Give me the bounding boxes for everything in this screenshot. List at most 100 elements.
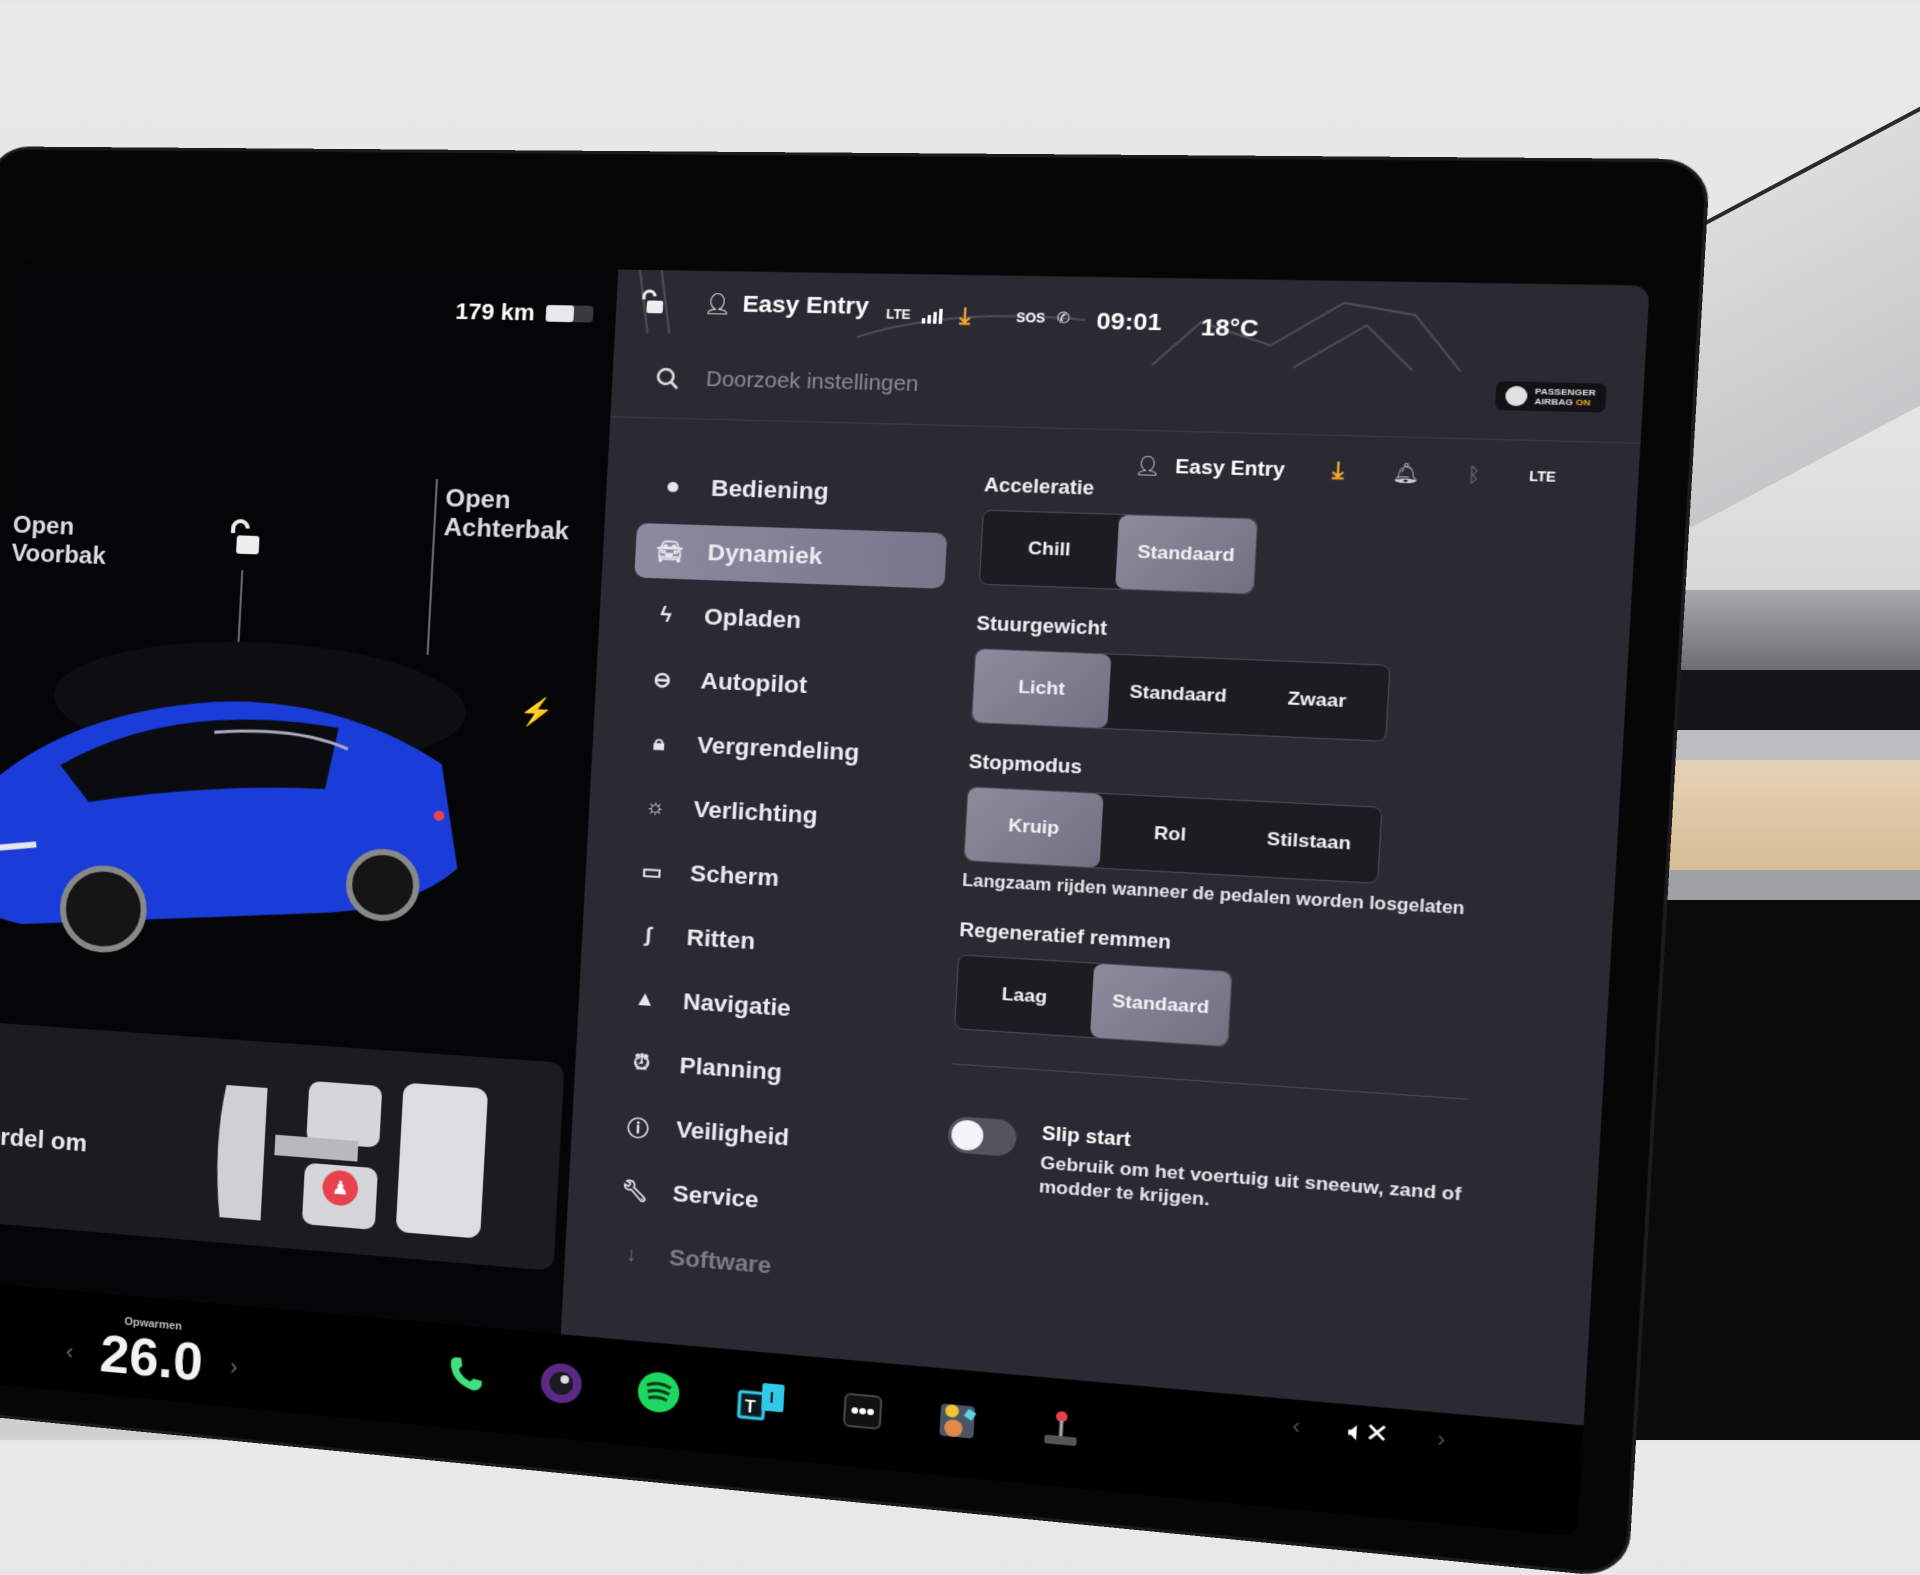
sidebar-item-autopilot[interactable]: ⊖ Autopilot bbox=[627, 651, 940, 720]
sidebar-item-label: Service bbox=[671, 1180, 760, 1214]
section-divider bbox=[951, 1063, 1468, 1100]
sidebar-item-ritten[interactable]: ∫ Ritten bbox=[613, 906, 925, 980]
regen-option-laag[interactable]: Laag bbox=[955, 955, 1094, 1037]
profile-button[interactable]: 👤︎ Easy Entry bbox=[703, 290, 870, 320]
lock-icon: 🔒︎ bbox=[652, 731, 666, 755]
cabin-temperature: 26.0 bbox=[98, 1324, 205, 1393]
sidebar-item-opladen[interactable]: ϟ Opladen bbox=[631, 587, 944, 654]
subbar-profile-button[interactable]: 👤︎ Easy Entry bbox=[1134, 454, 1285, 481]
steering-option-licht[interactable]: Licht bbox=[972, 649, 1112, 729]
temp-decrease-button[interactable]: ‹ bbox=[65, 1339, 74, 1366]
steering-selector: Licht Standaard Zwaar bbox=[970, 647, 1391, 742]
sidebar-item-veiligheid[interactable]: ⓘ Veiligheid bbox=[603, 1097, 915, 1175]
stop-mode-option-stilstaan[interactable]: Stilstaan bbox=[1237, 801, 1381, 883]
seat-diagram bbox=[214, 1080, 489, 1239]
toggle-icon: ⏺ bbox=[666, 475, 679, 499]
search-input[interactable] bbox=[703, 366, 1279, 407]
stop-mode-hint: Langzaam rijden wanneer de pedalen worde… bbox=[961, 871, 1465, 919]
trunk-leader-line bbox=[426, 479, 439, 655]
volume-muted-icon[interactable]: 🔈︎✕ bbox=[1347, 1415, 1390, 1451]
sidebar-item-navigatie[interactable]: ▲ Navigatie bbox=[610, 970, 922, 1045]
bell-icon[interactable]: 🔔︎ bbox=[1391, 461, 1420, 485]
sidebar-item-bediening[interactable]: ⏺ Bediening bbox=[638, 459, 951, 524]
cellular-status: LTE bbox=[886, 306, 943, 324]
lock-status-icon[interactable] bbox=[638, 289, 668, 317]
sidebar-item-label: Ritten bbox=[685, 923, 756, 955]
sidebar-item-planning[interactable]: ⏰︎ Planning bbox=[607, 1034, 919, 1110]
airbag-icon bbox=[1504, 385, 1528, 407]
camera-icon[interactable] bbox=[535, 1357, 587, 1409]
sidebar-item-vergrendeling[interactable]: 🔒︎ Vergrendeling bbox=[624, 715, 937, 785]
bluetooth-icon[interactable]: ᛒ bbox=[1467, 463, 1481, 487]
acceleration-option-chill[interactable]: Chill bbox=[980, 511, 1119, 589]
car-model-image bbox=[0, 633, 470, 985]
search-icon bbox=[655, 367, 680, 391]
charge-port-icon[interactable]: ⚡ bbox=[518, 695, 554, 729]
unlocked-icon[interactable] bbox=[226, 519, 263, 557]
trunk-label-line1: Open bbox=[444, 484, 512, 515]
sidebar-item-label: Verlichting bbox=[692, 795, 819, 829]
sidebar-item-label: Navigatie bbox=[682, 988, 792, 1022]
toybox-icon[interactable]: TI bbox=[736, 1375, 789, 1428]
download-icon: ↓ bbox=[625, 1241, 638, 1266]
touchscreen: 179 km Open Voorbak Open Achterbak ⚡ gor… bbox=[0, 260, 1650, 1537]
steering-option-standaard[interactable]: Standaard bbox=[1107, 655, 1249, 735]
sidebar-item-dynamiek[interactable]: 🚘︎ Dynamiek bbox=[634, 522, 948, 589]
sun-icon: ☼ bbox=[644, 794, 667, 819]
touchscreen-bezel: 179 km Open Voorbak Open Achterbak ⚡ gor… bbox=[0, 149, 1707, 1575]
slip-start-toggle[interactable] bbox=[947, 1115, 1018, 1158]
range-value: 179 km bbox=[454, 298, 536, 326]
svg-text:T: T bbox=[744, 1398, 756, 1417]
sidebar-item-software[interactable]: ↓ Software bbox=[596, 1225, 908, 1305]
sos-button[interactable]: SOS ✆ bbox=[1016, 308, 1071, 327]
temp-increase-button[interactable]: › bbox=[229, 1354, 238, 1381]
passenger-airbag-indicator: PASSENGER AIRBAG ON bbox=[1494, 381, 1607, 413]
stop-mode-selector: Kruip Rol Stilstaan bbox=[963, 786, 1383, 884]
alarm-clock-icon: ⏰︎ bbox=[632, 1050, 651, 1075]
sidebar-item-label: Software bbox=[668, 1243, 772, 1279]
sidebar-item-label: Opladen bbox=[703, 603, 802, 634]
steering-option-zwaar[interactable]: Zwaar bbox=[1245, 660, 1389, 741]
profile-icon: 👤︎ bbox=[702, 292, 733, 317]
sidebar-item-label: Bediening bbox=[710, 474, 830, 505]
spotify-icon[interactable] bbox=[632, 1366, 685, 1419]
open-frunk-button[interactable]: Open Voorbak bbox=[11, 511, 108, 571]
dynamics-settings: Acceleratie Chill Standaard Stuurgewicht … bbox=[945, 474, 1601, 1239]
subbar-profile-name: Easy Entry bbox=[1174, 455, 1286, 481]
more-icon[interactable] bbox=[836, 1385, 890, 1439]
stop-mode-option-rol[interactable]: Rol bbox=[1099, 794, 1241, 875]
airbag-state: ON bbox=[1575, 397, 1591, 408]
acceleration-option-standaard[interactable]: Standaard bbox=[1115, 514, 1258, 594]
arcade-icon[interactable] bbox=[931, 1393, 986, 1447]
regen-option-standaard[interactable]: Standaard bbox=[1089, 963, 1232, 1047]
sidebar-item-label: Autopilot bbox=[699, 667, 808, 699]
subbar-lte-icon: LTE bbox=[1528, 468, 1557, 486]
bolt-icon: ϟ bbox=[659, 603, 673, 627]
volume-control: ‹ 🔈︎✕ › bbox=[1291, 1410, 1446, 1456]
profile-name: Easy Entry bbox=[741, 290, 870, 320]
airbag-line2: AIRBAG bbox=[1534, 396, 1574, 408]
navigation-arrow-icon: ▲ bbox=[633, 986, 657, 1011]
open-trunk-button[interactable]: Open Achterbak bbox=[443, 485, 571, 547]
download-icon[interactable]: ⤓ bbox=[959, 303, 972, 331]
stop-mode-option-kruip[interactable]: Kruip bbox=[964, 787, 1104, 868]
trips-icon: ∫ bbox=[644, 923, 653, 947]
climate-control[interactable]: Opwarmen 26.0 ‹ › bbox=[65, 1314, 238, 1393]
profile-icon: 👤︎ bbox=[1134, 454, 1162, 477]
range-indicator: 179 km bbox=[455, 298, 594, 328]
joystick-icon[interactable] bbox=[1033, 1402, 1089, 1456]
clock: 09:01 bbox=[1095, 307, 1163, 336]
steering-wheel-icon: ⊖ bbox=[652, 668, 673, 692]
sidebar-item-label: Planning bbox=[678, 1052, 783, 1086]
sidebar-item-verlichting[interactable]: ☼ Verlichting bbox=[620, 778, 933, 849]
volume-down-button[interactable]: ‹ bbox=[1292, 1414, 1301, 1440]
phone-small-icon: ✆ bbox=[1056, 308, 1071, 327]
slip-start-row: Slip start Gebruik om het voertuig uit s… bbox=[945, 1115, 1562, 1239]
subbar-download-icon[interactable]: ⤓ bbox=[1331, 457, 1344, 486]
phone-icon[interactable] bbox=[440, 1349, 491, 1401]
regen-selector: Laag Standaard bbox=[953, 954, 1233, 1048]
signal-bars-icon bbox=[921, 306, 943, 324]
alert-circle-icon: ⓘ bbox=[626, 1117, 650, 1142]
acceleration-selector: Chill Standaard bbox=[978, 509, 1259, 595]
sidebar-item-scherm[interactable]: ▭ Scherm bbox=[617, 842, 929, 915]
